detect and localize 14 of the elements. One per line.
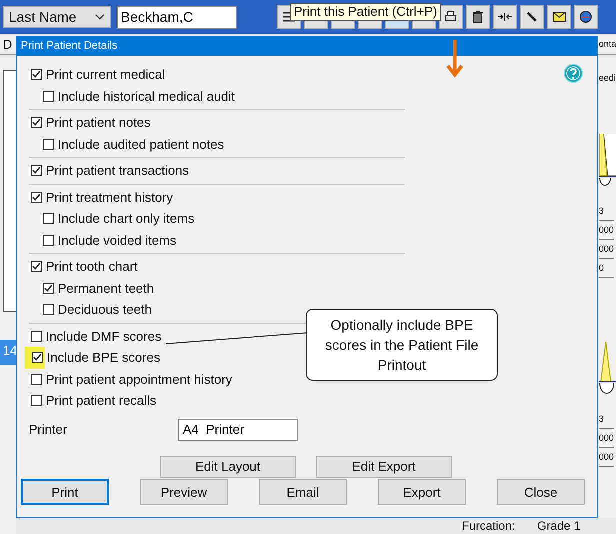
- callout: Optionally include BPE scores in the Patient File Printout: [306, 309, 498, 381]
- dialog-title: Print Patient Details: [17, 37, 597, 56]
- printer-label: Printer: [29, 422, 68, 437]
- furcation-label: Furcation:: [462, 519, 516, 533]
- chart-value: 3: [599, 202, 614, 221]
- chart-label: eedi: [599, 73, 616, 83]
- chart-value: 000: [599, 429, 614, 448]
- tooltip: Print this Patient (Ctrl+P): [290, 3, 442, 21]
- chart-value: 000: [599, 221, 614, 240]
- furcation-value: Grade 1: [537, 519, 581, 533]
- chart-value: 000: [599, 240, 614, 259]
- chart-value: 000: [599, 448, 614, 467]
- chart-value: 3: [599, 410, 614, 429]
- chart-value: 0: [599, 259, 614, 278]
